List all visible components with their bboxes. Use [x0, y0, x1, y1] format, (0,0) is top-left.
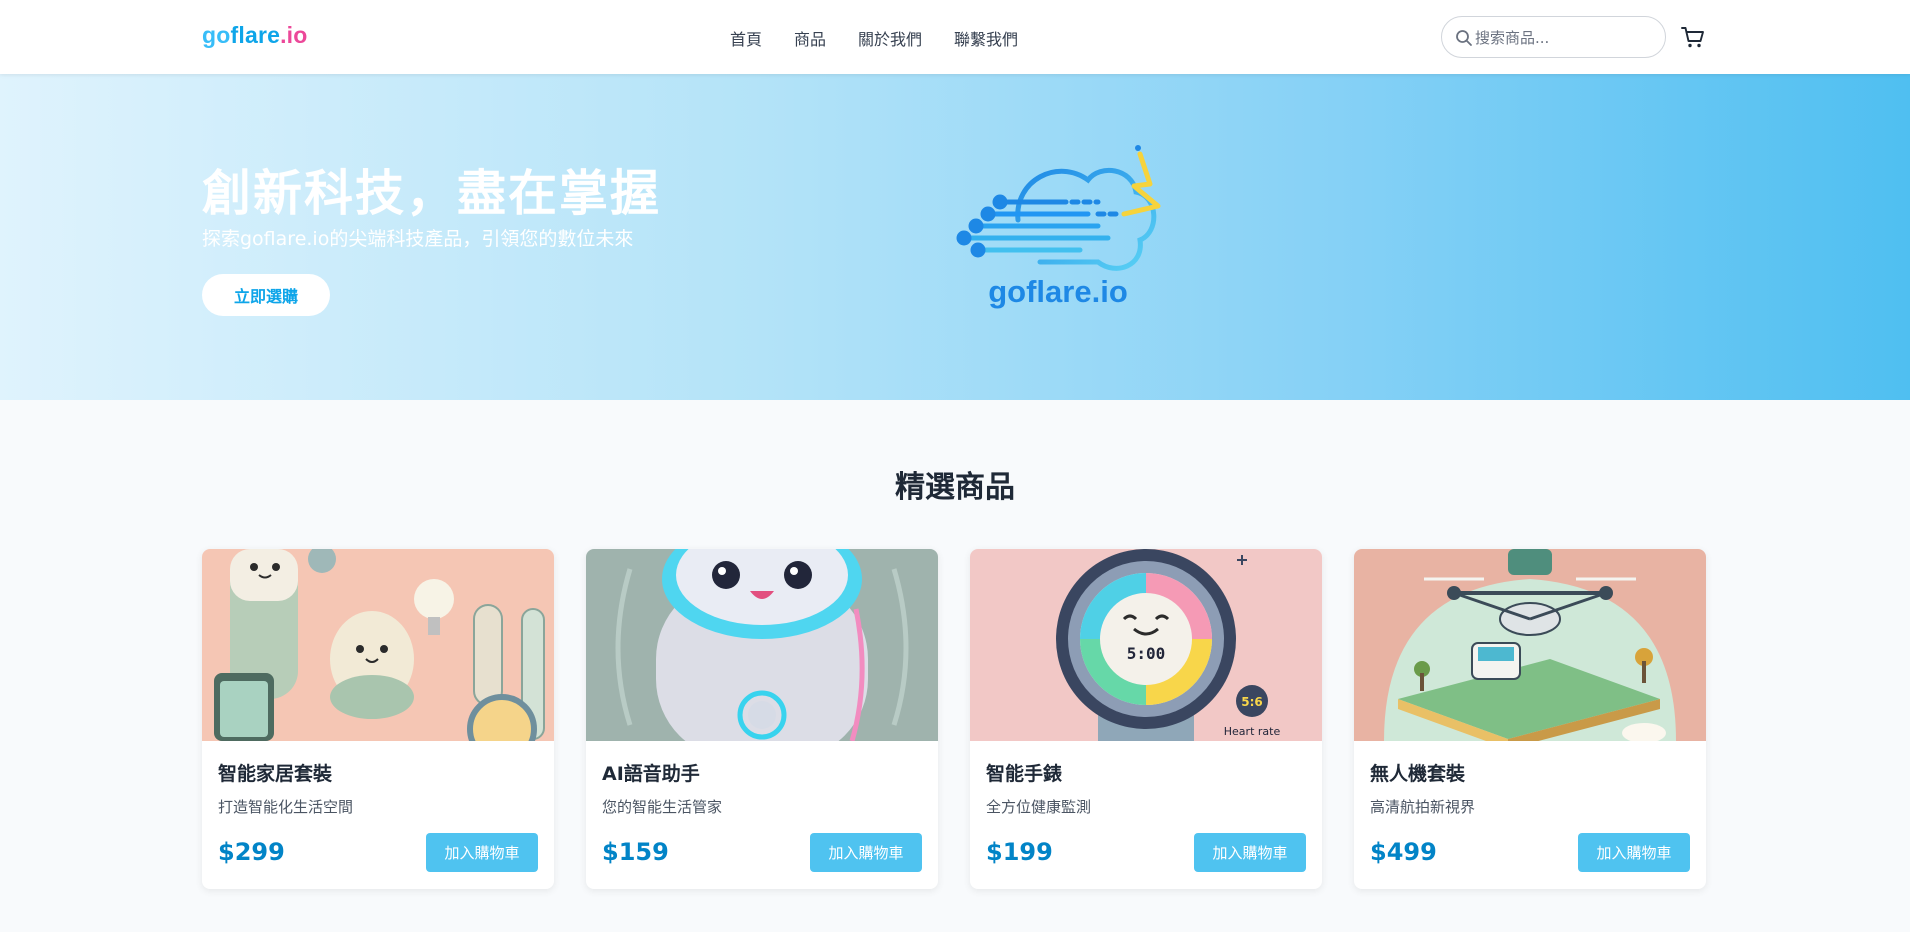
- nav-home[interactable]: 首頁: [730, 26, 762, 50]
- featured-title: 精選商品: [895, 470, 1015, 505]
- add-to-cart-button[interactable]: 加入購物車: [1194, 833, 1306, 872]
- product-card-smart-home[interactable]: 智能家居套裝 打造智能化生活空間 $299 加入購物車: [202, 549, 554, 889]
- svg-text:Heart rate: Heart rate: [1224, 725, 1281, 738]
- product-name: AI語音助手: [602, 763, 700, 785]
- product-card-drone-kit[interactable]: 無人機套裝 高清航拍新視界 $499 加入購物車: [1354, 549, 1706, 889]
- hero-logo-text: goflare.io: [988, 274, 1128, 309]
- hero-subtitle: 探索goflare.io的尖端科技產品，引領您的數位未來: [202, 228, 634, 250]
- nav-contact[interactable]: 聯繫我們: [954, 26, 1018, 50]
- logo-go: go: [202, 22, 231, 48]
- product-price: $199: [986, 838, 1053, 866]
- product-desc: 打造智能化生活空間: [218, 798, 354, 816]
- goflare-cloud-logo: goflare.io: [956, 145, 1161, 309]
- product-image-smart-home: [202, 549, 554, 741]
- product-desc: 您的智能生活管家: [602, 798, 723, 816]
- product-desc: 高清航拍新視界: [1370, 798, 1476, 816]
- product-price: $159: [602, 838, 669, 866]
- product-card-smart-watch[interactable]: 5:00 5:6 Heart rate 智能手錶 全方位健康監測 $199 加入…: [970, 549, 1322, 889]
- shop-now-button[interactable]: 立即選購: [202, 274, 330, 316]
- search-input[interactable]: [1475, 26, 1655, 50]
- site-logo[interactable]: goflare.io: [202, 22, 308, 49]
- hero-title: 創新科技，盡在掌握: [202, 165, 662, 222]
- product-name: 無人機套裝: [1370, 763, 1466, 785]
- main-nav: 首頁 商品 關於我們 聯繫我們: [730, 26, 1018, 50]
- nav-about[interactable]: 關於我們: [858, 26, 922, 50]
- search-icon: [1456, 30, 1472, 46]
- product-price: $499: [1370, 838, 1437, 866]
- product-name: 智能手錶: [986, 763, 1063, 785]
- nav-products[interactable]: 商品: [794, 26, 826, 50]
- product-card-ai-assistant[interactable]: AI語音助手 您的智能生活管家 $159 加入購物車: [586, 549, 938, 889]
- add-to-cart-button[interactable]: 加入購物車: [426, 833, 538, 872]
- svg-text:5:6: 5:6: [1241, 695, 1263, 709]
- search-box: [1441, 16, 1666, 58]
- product-price: $299: [218, 838, 285, 866]
- hero-banner: 創新科技，盡在掌握 探索goflare.io的尖端科技產品，引領您的數位未來 立…: [0, 74, 1910, 400]
- logo-flare: flare: [230, 22, 281, 48]
- logo-io: .io: [280, 22, 308, 48]
- svg-text:5:00: 5:00: [1127, 644, 1166, 663]
- product-image-smart-watch: 5:00 5:6 Heart rate: [970, 549, 1322, 741]
- product-image-drone-kit: [1354, 549, 1706, 741]
- product-image-ai-assistant: [586, 549, 938, 741]
- product-desc: 全方位健康監測: [986, 798, 1092, 816]
- product-name: 智能家居套裝: [218, 763, 333, 785]
- cart-icon[interactable]: [1680, 24, 1706, 50]
- add-to-cart-button[interactable]: 加入購物車: [810, 833, 922, 872]
- site-header: goflare.io 首頁 商品 關於我們 聯繫我們: [0, 0, 1910, 74]
- add-to-cart-button[interactable]: 加入購物車: [1578, 833, 1690, 872]
